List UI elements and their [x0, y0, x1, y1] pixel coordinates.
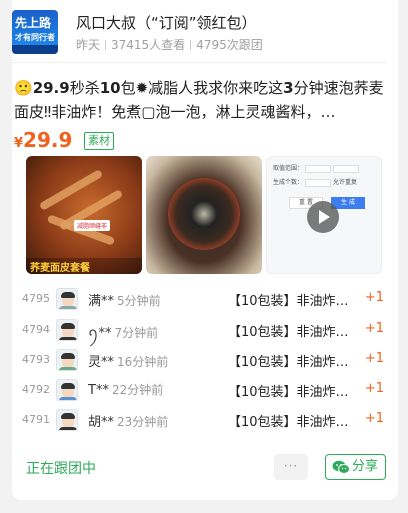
image-caption: 荞麦面皮套餐: [26, 258, 142, 274]
order-id: 4795: [22, 292, 50, 305]
buyer-avatar: [56, 319, 78, 341]
frown-emoji: 🙁: [14, 79, 33, 97]
order-product: 【10包装】非油炸…: [228, 355, 349, 370]
title-count: 10: [99, 79, 121, 97]
view-count: 37415人查看: [111, 38, 186, 52]
order-qty: +1: [364, 321, 384, 336]
price-value: 29.9: [23, 128, 73, 152]
buyer-name: 灵** 16分钟前: [88, 355, 169, 370]
image-caption-text: 荞麦面皮套餐: [30, 263, 90, 274]
order-time: 7分钟前: [114, 326, 159, 340]
post-header: 先上路 才有同行者 风口大叔（“订阅”领红包） 昨天 37415人查看 4795次跟…: [12, 8, 386, 54]
buyer-name: ꪆ** 7分钟前: [88, 326, 159, 341]
product-price: ¥29.9: [14, 128, 72, 152]
material-tag[interactable]: 素材: [84, 132, 114, 150]
order-qty: +1: [364, 290, 384, 305]
order-qty: +1: [364, 381, 384, 396]
product-images: 减脂顺缝非 荞麦面皮套餐 取值范围： 生成个数： 允许重复 重 置 生 成: [26, 156, 384, 274]
title-text: 秒杀: [69, 79, 100, 97]
order-qty: +1: [364, 351, 384, 366]
play-icon[interactable]: [307, 201, 339, 233]
order-row[interactable]: 4791 胡** 23分钟前 【10包装】非油炸… +1: [22, 407, 384, 435]
order-product: 【10包装】非油炸…: [228, 325, 349, 340]
currency-symbol: ¥: [14, 136, 24, 151]
sauce-bowl: [168, 178, 240, 250]
order-row[interactable]: 4795 满** 5分钟前 【10包装】非油炸… +1: [22, 286, 384, 314]
title-text: 包✹减脂人我求你来吃这: [120, 79, 284, 97]
buyer-name: 满** 5分钟前: [88, 294, 161, 309]
more-options-button[interactable]: ···: [274, 454, 308, 480]
avatar-strip: [12, 45, 58, 54]
post-meta: 昨天 37415人查看 4795次跟团: [76, 36, 263, 53]
avatar-text-2: 才有同行者: [15, 33, 55, 42]
buyer-name: 胡** 23分钟前: [88, 415, 169, 430]
order-time: 23分钟前: [117, 415, 169, 429]
toggle-label: 允许重复: [332, 179, 357, 186]
order-row[interactable]: 4793 灵** 16分钟前 【10包装】非油炸… +1: [22, 347, 384, 375]
form-label: 取值范围：: [273, 165, 304, 172]
order-time: 22分钟前: [111, 383, 164, 397]
share-button[interactable]: 分享: [325, 454, 386, 480]
order-product: 【10包装】非油炸…: [228, 415, 349, 430]
post-time: 昨天: [76, 38, 101, 52]
meta-separator: [105, 40, 107, 50]
order-product: 【10包装】非油炸…: [228, 385, 349, 400]
order-time: 5分钟前: [117, 294, 161, 308]
group-status: 正在跟团中: [26, 461, 96, 477]
order-id: 4794: [22, 323, 50, 336]
buyer-avatar: [56, 288, 78, 310]
order-time: 16分钟前: [117, 355, 169, 369]
buyer-name: T** 22分钟前: [88, 383, 164, 398]
product-image-noodles[interactable]: 减脂顺缝非 荞麦面皮套餐: [26, 156, 142, 274]
product-video[interactable]: 取值范围： 生成个数： 允许重复 重 置 生 成: [266, 156, 382, 274]
leader-avatar[interactable]: 先上路 才有同行者: [12, 10, 58, 54]
product-title[interactable]: 🙁29.9秒杀10包✹减脂人我求你来吃这3分钟速泡荞麦面皮‼非油炸！免煮▢泡一泡…: [14, 76, 386, 124]
buyer-avatar: [56, 379, 78, 401]
order-row[interactable]: 4792 T** 22分钟前 【10包装】非油炸… +1: [22, 377, 384, 405]
header-divider: [12, 62, 386, 63]
leader-name[interactable]: 风口大叔（“订阅”领红包）: [76, 12, 257, 33]
buyer-avatar: [56, 409, 78, 431]
form-box: [305, 164, 332, 173]
form-box: [305, 178, 332, 187]
order-product: 【10包装】非油炸…: [228, 294, 349, 309]
avatar-text-1: 先上路: [15, 16, 52, 30]
wechat-icon: [332, 460, 350, 474]
form-box: [333, 164, 360, 173]
form-label: 生成个数：: [273, 179, 304, 186]
order-id: 4793: [22, 353, 50, 366]
order-row[interactable]: 4794 ꪆ** 7分钟前 【10包装】非油炸… +1: [22, 317, 384, 345]
order-id: 4792: [22, 383, 50, 396]
buyer-avatar: [56, 349, 78, 371]
package-label: 减脂顺缝非: [74, 220, 111, 231]
order-id: 4791: [22, 413, 50, 426]
title-minutes: 3: [283, 79, 294, 97]
follow-count: 4795次跟团: [196, 38, 263, 52]
order-qty: +1: [364, 411, 384, 426]
share-label: 分享: [352, 459, 379, 474]
meta-separator: [190, 40, 192, 50]
title-price: 29.9: [32, 79, 70, 97]
product-image-sauce[interactable]: [146, 156, 262, 274]
